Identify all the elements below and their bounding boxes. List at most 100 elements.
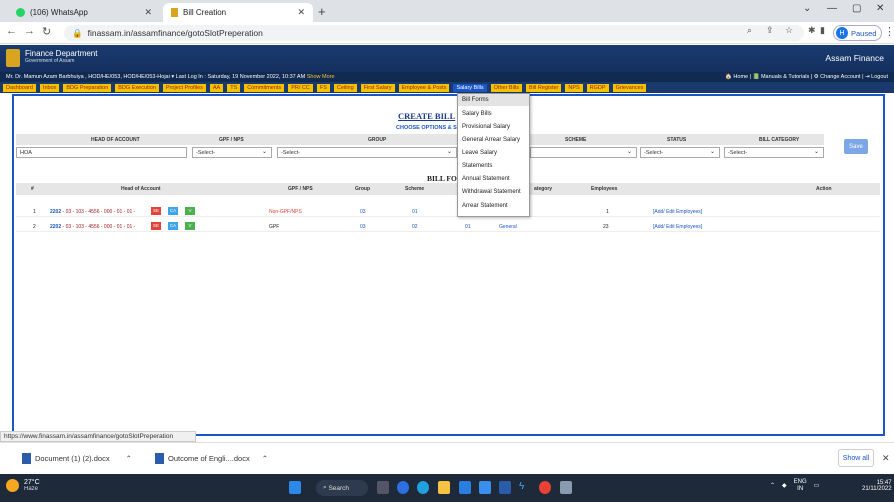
ca-badge[interactable]: CA <box>168 221 178 230</box>
extension-icon[interactable]: ✱ <box>808 25 816 36</box>
task-view-icon[interactable] <box>377 481 389 494</box>
chrome-icon[interactable] <box>539 481 551 494</box>
menu-item[interactable]: Ceiling <box>333 83 357 92</box>
menu-item[interactable]: Bill Register <box>526 83 562 92</box>
download-item[interactable]: Document (1) (2).docx ⌃ <box>22 453 132 464</box>
profile-button[interactable]: H Paused <box>833 25 883 41</box>
dropdown-item[interactable]: Leave Salary <box>462 150 497 156</box>
row-group: 03 <box>360 224 366 230</box>
se-badge[interactable]: SE <box>151 221 161 230</box>
menu-item[interactable]: Dashboard <box>3 83 36 92</box>
table-header: # Head of Account GPF / NPS Group Scheme… <box>16 183 880 195</box>
menu-item[interactable]: Project Profiles <box>162 83 206 92</box>
row-category: General <box>499 224 517 230</box>
tab-label: Bill Creation <box>183 8 227 17</box>
menu-item[interactable]: Commitments <box>244 83 285 92</box>
reload-icon[interactable]: ↻ <box>42 25 51 38</box>
scheme-select[interactable]: ⌄ <box>530 147 637 158</box>
menu-item[interactable]: FS <box>316 83 330 92</box>
dropdown-item[interactable]: Withdrawal Statement <box>462 189 521 195</box>
chevron-down-icon: ⌄ <box>709 149 715 155</box>
menu-item[interactable]: Employee & Posts <box>398 83 450 92</box>
store-icon[interactable] <box>459 481 471 494</box>
user-line: Mr. Dr. Mamun Azam Barbhuiya , HOD/HE/05… <box>6 74 306 80</box>
downloads-bar <box>0 442 894 474</box>
dropdown-item[interactable]: Provisional Salary <box>462 124 510 130</box>
group-select[interactable]: -Select- ⌄ <box>277 147 457 158</box>
forward-icon[interactable]: → <box>24 25 35 37</box>
word-icon[interactable] <box>499 481 511 494</box>
col-hoa: Head of Account <box>121 186 161 192</box>
system-tray[interactable]: ⌃ ◆ ENG IN ▭ <box>770 479 819 492</box>
menu-item[interactable]: Salary Bills <box>453 83 487 92</box>
maximize-icon[interactable]: ▢ <box>852 3 861 14</box>
scheme-header: SCHEME <box>565 137 587 143</box>
menu-item[interactable]: Inbox <box>39 83 60 92</box>
close-icon[interactable]: ✕ <box>882 453 890 464</box>
download-item[interactable]: Outcome of Engli....docx ⌃ <box>155 453 268 464</box>
settings-icon[interactable] <box>560 481 572 494</box>
menu-item[interactable]: Grievances <box>612 83 647 92</box>
bolt-icon[interactable]: ϟ <box>519 481 531 494</box>
menu-item[interactable]: TS <box>227 83 241 92</box>
dropdown-item[interactable]: Statements <box>462 163 492 169</box>
profile-status: Paused <box>851 28 877 38</box>
menu-item[interactable]: BDG Execution <box>115 83 159 92</box>
save-button[interactable]: Save <box>844 139 868 154</box>
menu-item[interactable]: BDG Preparation <box>63 83 112 92</box>
add-edit-employees-link[interactable]: [Add/ Edit Employees] <box>653 209 702 215</box>
taskbar-search[interactable]: ⌕ Search <box>316 480 368 496</box>
dropdown-item[interactable]: General Arrear Salary <box>462 137 520 143</box>
tab-bill-creation[interactable]: Bill Creation ✕ <box>163 3 313 22</box>
dropdown-item[interactable]: Bill Forms <box>462 97 489 103</box>
col-employees: Employees <box>591 186 618 192</box>
menu-item[interactable]: NPS <box>565 83 583 92</box>
dropdown-item[interactable]: Arrear Statement <box>462 203 508 209</box>
url-field[interactable]: 🔒 finassam.in/assamfinance/gotoSlotPrepe… <box>64 25 804 41</box>
window-close-icon[interactable]: ✕ <box>876 3 884 14</box>
dropdown-item[interactable]: Salary Bills <box>462 111 492 117</box>
status-select[interactable]: -Select- ⌄ <box>640 147 720 158</box>
new-tab-icon[interactable]: + <box>318 4 326 19</box>
app-icon[interactable] <box>479 481 491 494</box>
row-employees: 23 <box>603 224 609 230</box>
se-badge[interactable]: SE <box>151 206 161 215</box>
category-select[interactable]: -Select- ⌄ <box>724 147 824 158</box>
meet-icon[interactable] <box>397 481 409 494</box>
weather-widget[interactable]: 27°C Haze <box>6 479 40 492</box>
menu-item[interactable]: AA <box>209 83 224 92</box>
sidebar-icon[interactable]: ▮ <box>820 25 825 36</box>
add-edit-employees-link[interactable]: [Add/ Edit Employees] <box>653 224 702 230</box>
star-icon[interactable]: ☆ <box>785 25 793 36</box>
chevron-up-icon[interactable]: ⌃ <box>262 454 268 463</box>
menu-item[interactable]: RGDP <box>586 83 609 92</box>
show-all-button[interactable]: Show all <box>838 449 874 467</box>
main-menu: Dashboard Inbox BDG Preparation BDG Executi… <box>0 82 894 93</box>
close-icon[interactable]: ✕ <box>297 7 305 18</box>
header-links[interactable]: 🏠 Home | 📗 Manuals & Tutorials | ⚙ Chang… <box>725 74 894 80</box>
hoa-header: HEAD OF ACCOUNT <box>91 137 140 143</box>
tab-whatsapp[interactable]: (106) WhatsApp ✕ <box>8 3 160 22</box>
share-icon[interactable]: ⇪ <box>766 25 774 36</box>
file-explorer-icon[interactable] <box>438 481 450 494</box>
menu-item[interactable]: PR/ CC <box>288 83 313 92</box>
gpf-select[interactable]: -Select- ⌄ <box>192 147 272 158</box>
edge-icon[interactable] <box>417 481 429 494</box>
hoa-input[interactable]: HOA <box>16 147 187 158</box>
dropdown-item[interactable]: Annual Statement <box>462 176 510 182</box>
close-icon[interactable]: ✕ <box>144 7 152 18</box>
ca-badge[interactable]: CA <box>168 206 178 215</box>
kebab-menu-icon[interactable]: ⋮ <box>884 25 894 38</box>
back-icon[interactable]: ← <box>6 25 17 37</box>
v-badge[interactable]: V <box>185 206 195 215</box>
zoom-icon[interactable]: ⌕ <box>747 25 752 36</box>
tab-search-icon[interactable]: ⌄ <box>803 3 811 14</box>
windows-start-icon[interactable] <box>289 481 301 494</box>
minimize-icon[interactable]: — <box>827 3 837 14</box>
v-badge[interactable]: V <box>185 221 195 230</box>
menu-item[interactable]: Other Bills <box>490 83 523 92</box>
bill-forms-title: BILL FO <box>427 174 457 183</box>
chevron-up-icon[interactable]: ⌃ <box>126 454 132 463</box>
menu-item[interactable]: First Salary <box>360 83 395 92</box>
show-more-link[interactable]: Show More <box>307 74 335 80</box>
